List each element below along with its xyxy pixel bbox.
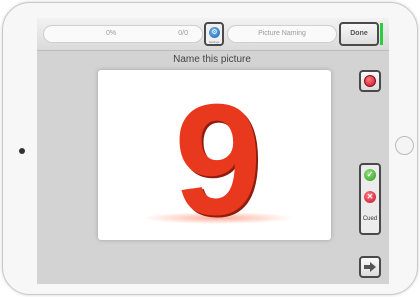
progress-count: 0/0 xyxy=(178,30,188,37)
record-icon xyxy=(364,75,376,87)
picture-digit: 9 xyxy=(174,72,262,240)
app-screen: 0% 0/0 ⚙ Settings Picture Naming Done Na… xyxy=(37,18,389,284)
correct-button[interactable]: ✓ xyxy=(361,165,379,187)
check-icon: ✓ xyxy=(364,169,376,181)
incorrect-button[interactable]: ✕ xyxy=(361,187,379,209)
settings-label: Settings xyxy=(208,40,220,44)
arrow-right-icon xyxy=(364,262,376,272)
picture-card: 9 9 xyxy=(98,70,331,240)
home-button[interactable] xyxy=(395,136,414,155)
progress-bar: 0% 0/0 xyxy=(43,25,203,43)
task-title: Picture Naming xyxy=(227,25,337,43)
scoring-panel: ✓ ✕ Cued xyxy=(359,163,381,235)
camera-lens xyxy=(19,148,25,154)
done-indicator xyxy=(380,23,383,45)
prompt-heading: Name this picture xyxy=(173,54,251,65)
cued-label: Cued xyxy=(362,216,378,222)
record-button[interactable] xyxy=(359,70,381,92)
close-icon: ✕ xyxy=(364,191,376,203)
tablet-frame: 0% 0/0 ⚙ Settings Picture Naming Done Na… xyxy=(2,2,418,295)
cued-button[interactable]: Cued xyxy=(361,209,379,231)
picture-image: 9 9 xyxy=(143,72,293,240)
done-button[interactable]: Done xyxy=(339,22,379,46)
top-toolbar: 0% 0/0 ⚙ Settings Picture Naming Done xyxy=(37,18,389,51)
progress-percent: 0% xyxy=(106,30,117,37)
gear-icon: ⚙ xyxy=(209,27,220,38)
next-button[interactable] xyxy=(359,256,381,278)
settings-button[interactable]: ⚙ Settings xyxy=(204,22,224,46)
